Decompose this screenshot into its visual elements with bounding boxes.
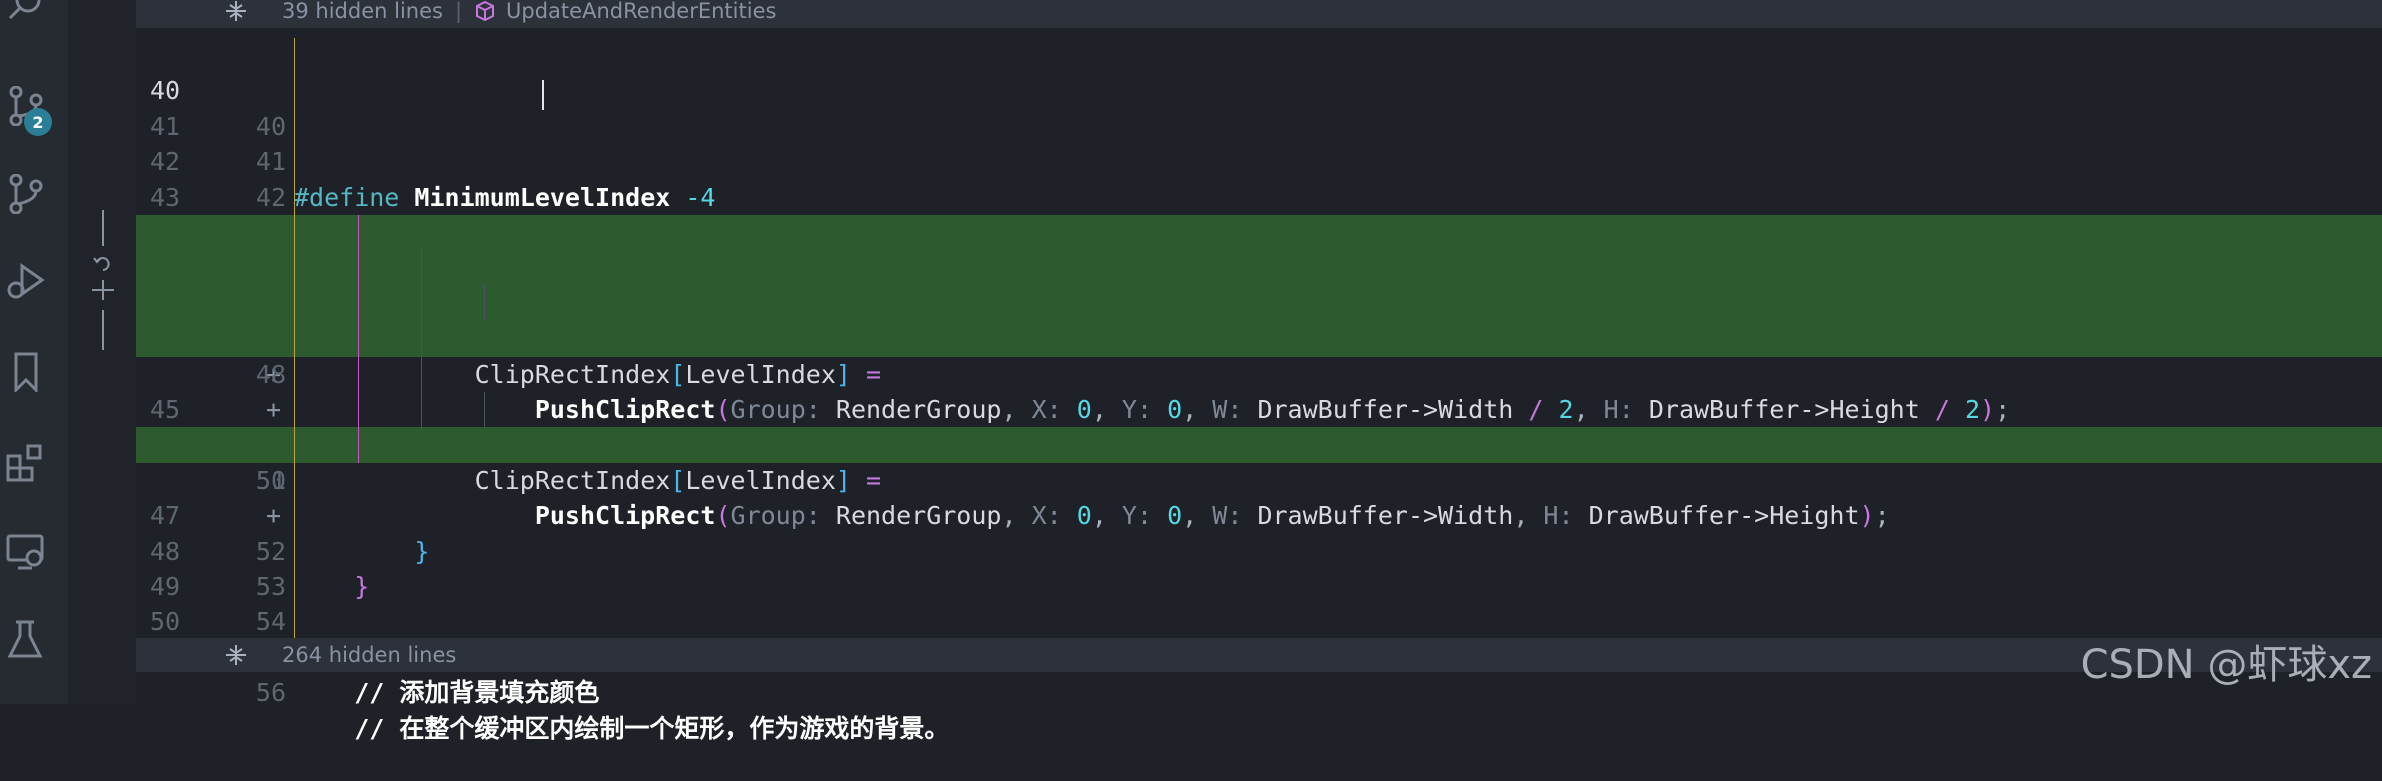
separator: | <box>454 0 463 23</box>
activity-bar: 2 <box>0 0 69 704</box>
extensions-icon[interactable] <box>6 442 46 482</box>
symbol-name[interactable]: UpdateAndRenderEntities <box>506 0 776 23</box>
code-line-added: 46 + ClipRectIndex[LevelIndex] = <box>136 250 2382 389</box>
code-line-added: 48 + } else { <box>136 321 2382 459</box>
text-cursor <box>542 80 544 110</box>
git-branch-icon[interactable] <box>6 173 46 215</box>
code-line: 51 56 // 在整个缓冲区内绘制一个矩形，作为游戏的背景。 <box>136 604 2382 743</box>
indent-guide <box>484 392 485 428</box>
hidden-lines-bar-bottom[interactable]: 264 hidden lines <box>136 638 2382 672</box>
code-comment: // 在整个缓冲区内绘制一个矩形，作为游戏的背景。 <box>294 713 950 743</box>
code-line: 43 43 uint32 ClipRectIndex[(MaximumLevel… <box>136 144 2382 283</box>
new-line-number: 56 <box>255 678 286 708</box>
code-line-added: 47 + PushClipRect(Group: RenderGroup, X:… <box>136 285 2382 424</box>
testing-icon[interactable] <box>6 620 46 660</box>
symbol-method-icon <box>476 0 495 22</box>
watermark: CSDN @虾球xz <box>2080 642 2372 688</box>
unfold-icon[interactable] <box>224 0 248 23</box>
code-line-added: 45 + if (LevelIndex == 2) { <box>136 215 2382 353</box>
run-debug-icon[interactable] <box>6 262 46 302</box>
code-line: 49 54 transient_clip_rect ClipRect(Rende… <box>136 534 2382 672</box>
remote-explorer-icon[interactable] <box>6 532 46 572</box>
code-comment: // 添加背景填充颜色 <box>294 678 600 708</box>
diff-gutter <box>68 0 136 704</box>
search-icon[interactable] <box>6 0 46 26</box>
code-line: 46 50 PushClipRect(Group: RenderGroup, X… <box>136 392 2382 530</box>
revert-change-icon[interactable] <box>88 210 118 350</box>
code-line: 42 42 #define MaximumLevelIndex 1 <box>136 109 2382 247</box>
diff-editor[interactable]: 40 40 41 41 #define MinimumLevelIndex -4… <box>136 0 2382 743</box>
code-line: 48 53 <box>136 498 2382 601</box>
code-line: 44 44 for (uint32 LevelIndex = 0; LevelI… <box>136 180 2382 318</box>
indent-guide <box>421 250 422 430</box>
indent-guide <box>294 38 295 638</box>
code-line: 45 49 ClipRectIndex[LevelIndex] = <box>136 357 2382 495</box>
hidden-lines-label: 264 hidden lines <box>282 643 457 667</box>
unfold-icon[interactable] <box>224 643 248 667</box>
indent-guide <box>484 285 485 321</box>
hidden-lines-bar-top[interactable]: 39 hidden lines | UpdateAndRenderEntitie… <box>136 0 2382 28</box>
code-line-added: 51 + } <box>136 427 2382 566</box>
bookmark-icon[interactable] <box>6 352 46 394</box>
code-line: 47 52 } <box>136 463 2382 601</box>
code-line: 40 40 <box>136 38 2382 140</box>
code-line: 41 41 #define MinimumLevelIndex -4 <box>136 73 2382 212</box>
indent-guide <box>358 215 359 463</box>
source-control-badge: 2 <box>24 108 52 136</box>
hidden-lines-label: 39 hidden lines <box>282 0 443 23</box>
code-line: 50 55 // 添加背景填充颜色 <box>136 569 2382 707</box>
